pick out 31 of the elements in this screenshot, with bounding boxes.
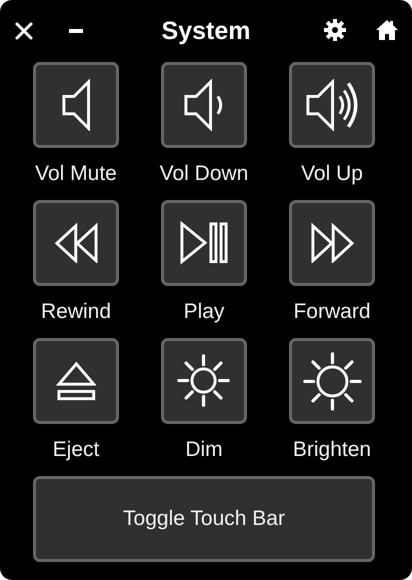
button-label: Play: [184, 299, 224, 325]
speaker-high-icon: [305, 78, 359, 132]
forward-button[interactable]: [289, 200, 375, 286]
eject-button[interactable]: [33, 338, 119, 424]
play-pause-icon: [179, 221, 229, 265]
button-label: Brighten: [292, 437, 372, 463]
button-label: Vol Up: [301, 161, 363, 187]
volume-mute-button[interactable]: [33, 62, 119, 148]
eject-icon: [56, 360, 96, 402]
close-icon[interactable]: [14, 21, 34, 41]
home-icon[interactable]: [375, 18, 399, 42]
fast-forward-icon: [310, 222, 354, 264]
rewind-icon: [54, 222, 98, 264]
button-label: Vol Down: [160, 161, 248, 187]
volume-down-button[interactable]: [161, 62, 247, 148]
dim-button[interactable]: [161, 338, 247, 424]
settings-icon[interactable]: [323, 18, 347, 42]
speaker-icon: [60, 78, 92, 132]
button-label: Dim: [185, 437, 223, 463]
volume-up-button[interactable]: [289, 62, 375, 148]
button-label: Rewind: [40, 299, 112, 325]
sun-icon: [302, 350, 362, 412]
button-label: Vol Mute: [35, 161, 117, 187]
play-button[interactable]: [161, 200, 247, 286]
brighten-button[interactable]: [289, 338, 375, 424]
sun-small-icon: [176, 353, 232, 409]
toggle-touch-bar-button[interactable]: Toggle Touch Bar: [33, 476, 375, 562]
button-label: Forward: [293, 299, 371, 325]
button-label: Eject: [52, 437, 100, 463]
rewind-button[interactable]: [33, 200, 119, 286]
window-title: System: [162, 16, 250, 46]
